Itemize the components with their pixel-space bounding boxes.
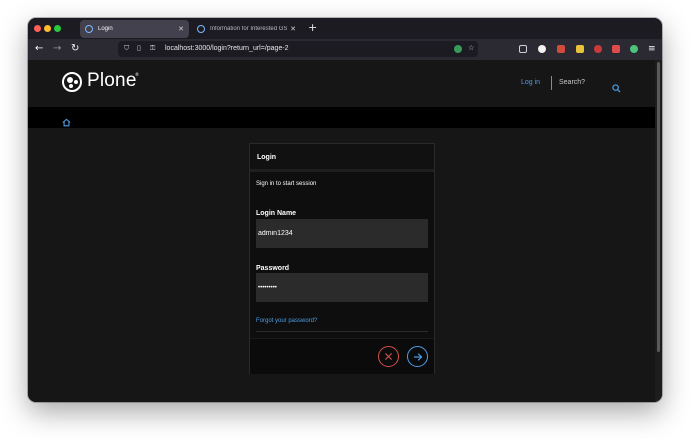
tab-strip: Login ✕ Information for Interested GSoC.… <box>28 18 662 39</box>
extension-ublock-icon[interactable] <box>594 45 602 53</box>
tab-information[interactable]: Information for Interested GSoC... ✕ <box>192 20 301 38</box>
close-icon <box>384 352 393 361</box>
address-bar[interactable]: ⛉ ▯ ⚿ localhost:3000/login?return_url=/p… <box>118 41 478 57</box>
tab-title: Login <box>98 26 113 32</box>
page-scrollbar[interactable] <box>655 60 662 402</box>
extension-grammar-icon[interactable] <box>630 45 638 53</box>
tab-login[interactable]: Login ✕ <box>80 20 189 38</box>
login-form: Login Sign in to start session Login Nam… <box>249 143 435 374</box>
menu-icon[interactable]: ≡ <box>648 44 656 54</box>
plone-favicon-icon <box>197 25 205 33</box>
extension-yellow-icon[interactable] <box>576 45 584 53</box>
forward-arrow-icon[interactable]: → <box>53 43 61 55</box>
login-submit-button[interactable] <box>407 346 428 367</box>
form-divider <box>256 331 428 332</box>
login-description: Sign in to start session <box>256 181 317 187</box>
breadcrumb <box>28 107 655 128</box>
login-name-input[interactable] <box>256 219 428 248</box>
navigation-toolbar: ← → ↻ ⛉ ▯ ⚿ localhost:3000/login?return_… <box>28 39 662 60</box>
logo-registered-mark: ® <box>135 72 139 77</box>
tab-title: Information for Interested GSoC... <box>210 26 288 32</box>
plone-logo-icon[interactable] <box>62 72 82 92</box>
new-tab-button[interactable]: + <box>308 21 317 34</box>
site-header: Plone ® Log in Search? <box>28 60 655 107</box>
close-tab-icon[interactable]: ✕ <box>290 25 296 33</box>
extension-red-icon[interactable] <box>557 45 565 53</box>
page-icon: ▯ <box>137 44 141 52</box>
search-input[interactable]: Search? <box>559 79 585 86</box>
pocket-icon[interactable] <box>519 45 527 53</box>
minimize-window-button[interactable] <box>44 25 51 32</box>
reload-icon[interactable]: ↻ <box>71 43 79 55</box>
plone-favicon-icon <box>85 25 93 33</box>
close-window-button[interactable] <box>34 25 41 32</box>
extension-green-icon[interactable] <box>454 45 462 53</box>
cancel-button[interactable] <box>378 346 399 367</box>
password-label: Password <box>256 265 290 272</box>
shield-icon[interactable]: ⛉ <box>124 44 129 53</box>
url-text[interactable]: localhost:3000/login?return_url=/page-2 <box>165 45 289 52</box>
key-icon[interactable]: ⚿ <box>150 44 155 53</box>
profile-m-icon[interactable] <box>538 45 546 53</box>
bookmark-star-icon[interactable]: ☆ <box>468 44 474 53</box>
arrow-right-icon <box>413 352 422 361</box>
back-arrow-icon[interactable]: ← <box>35 43 43 55</box>
logo-text[interactable]: Plone <box>87 70 137 92</box>
scrollbar-thumb[interactable] <box>657 62 660 352</box>
zoom-window-button[interactable] <box>54 25 61 32</box>
header-divider <box>551 76 552 90</box>
login-header: Login <box>250 144 434 172</box>
password-input[interactable] <box>256 273 428 302</box>
page-content: Plone ® Log in Search? Login Sign in to … <box>28 60 655 402</box>
search-icon[interactable] <box>612 78 621 97</box>
login-link[interactable]: Log in <box>521 79 540 86</box>
form-actions <box>250 338 434 374</box>
extension-react-icon[interactable] <box>612 45 620 53</box>
forgot-password-link[interactable]: Forgot your password? <box>256 318 317 324</box>
home-icon[interactable] <box>62 112 71 131</box>
login-name-label: Login Name <box>256 210 297 217</box>
login-title: Login <box>257 154 277 161</box>
close-tab-icon[interactable]: ✕ <box>178 25 184 33</box>
browser-window: Login ✕ Information for Interested GSoC.… <box>28 18 662 402</box>
